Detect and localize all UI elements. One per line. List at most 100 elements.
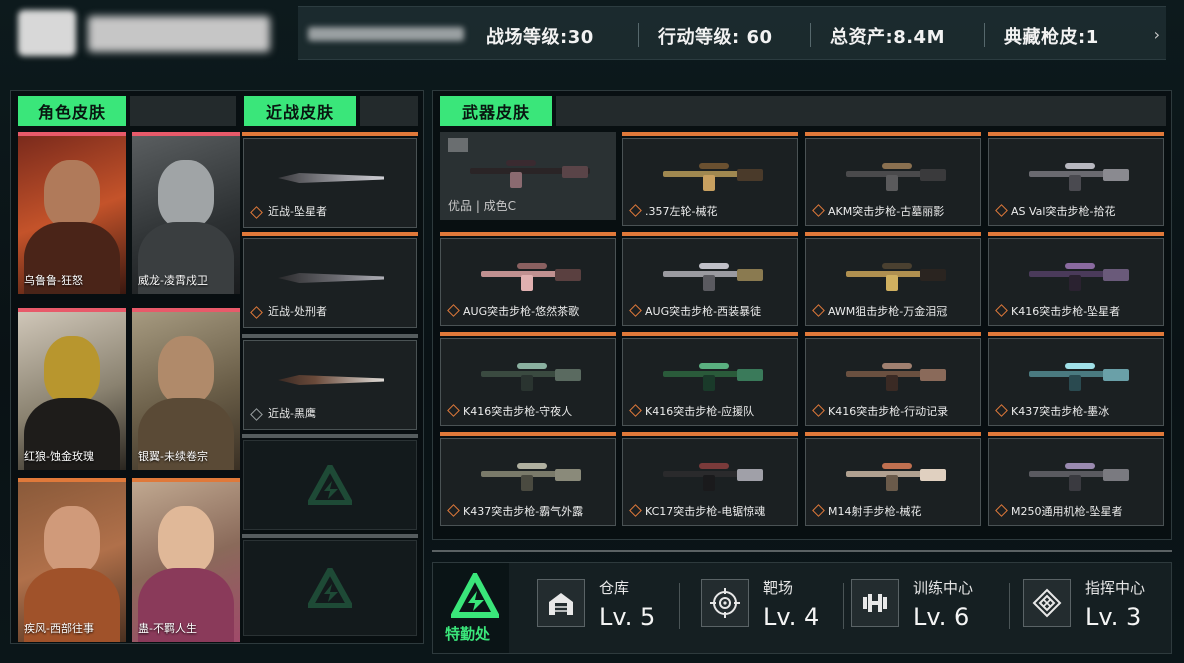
weapon-card-featured[interactable]: 优品 | 成色C — [440, 132, 616, 220]
facility-range[interactable]: 靶场 Lv. 4 — [701, 573, 831, 643]
weapon-label: K416突击步枪-守夜人 — [463, 405, 573, 418]
player-id — [308, 27, 464, 41]
weapon-label: AUG突击步枪-悠然茶歌 — [463, 305, 580, 318]
stats-bar: 战场等级:30 行动等级: 60 总资产:8.4M 典藏枪皮:1 › — [298, 6, 1166, 60]
diamond-icon — [629, 304, 642, 317]
weapon-card[interactable]: AS Val突击步枪-拾花 — [988, 138, 1164, 226]
character-card[interactable]: 蛊-不羁人生 — [132, 478, 240, 642]
weapon-label: .357左轮-械花 — [645, 205, 718, 218]
rarity-bar — [242, 232, 418, 236]
weapon-card[interactable]: M14射手步枪-械花 — [805, 438, 981, 526]
diamond-icon — [447, 404, 460, 417]
character-label: 蛊-不羁人生 — [138, 622, 197, 635]
gun-image — [663, 163, 763, 193]
weapon-card[interactable]: K437突击步枪-霸气外露 — [440, 438, 616, 526]
rarity-bar — [988, 132, 1164, 136]
chevron-right-icon[interactable]: › — [1154, 25, 1160, 44]
melee-label: 近战-坠星者 — [268, 205, 327, 218]
weapon-card[interactable]: KC17突击步枪-电锯惊魂 — [622, 438, 798, 526]
weapon-card[interactable]: K437突击步枪-墨冰 — [988, 338, 1164, 426]
weapon-card[interactable]: K416突击步枪-坠星者 — [988, 238, 1164, 326]
facility-command-center[interactable]: 指挥中心 Lv. 3 — [1023, 573, 1173, 643]
melee-card[interactable]: 近战-处刑者 — [243, 238, 417, 328]
command-icon — [1023, 579, 1071, 627]
player-name — [88, 16, 270, 52]
weapon-card[interactable]: AUG突击步枪-西装暴徒 — [622, 238, 798, 326]
empty-slot[interactable] — [243, 540, 417, 636]
facility-level: Lv. 6 — [913, 603, 970, 631]
header: 战场等级:30 行动等级: 60 总资产:8.4M 典藏枪皮:1 › — [0, 0, 1184, 72]
character-label: 红狼-蚀金玫瑰 — [24, 450, 94, 463]
rarity-bar — [622, 332, 798, 336]
knife-image — [278, 173, 384, 183]
character-card[interactable]: 威龙-凌霄戍卫 — [132, 132, 240, 294]
melee-card[interactable]: 近战-黑鹰 — [243, 340, 417, 430]
weapon-label: K416突击步枪-应援队 — [645, 405, 755, 418]
tab-character-skins[interactable]: 角色皮肤 — [18, 96, 126, 126]
tab-fill — [360, 96, 418, 126]
rarity-bar — [622, 232, 798, 236]
weapon-card[interactable]: K416突击步枪-守夜人 — [440, 338, 616, 426]
melee-card[interactable]: 近战-坠星者 — [243, 138, 417, 228]
facility-level: Lv. 3 — [1085, 603, 1142, 631]
gun-image — [470, 160, 590, 190]
character-face — [44, 506, 100, 574]
gun-image — [846, 363, 946, 393]
facility-list: 仓库 Lv. 5 靶场 Lv. 4 训练中心 Lv. 6 指挥中心 Lv. 3 — [509, 563, 1171, 653]
character-card[interactable]: 银翼-未续卷宗 — [132, 308, 240, 470]
rarity-bar — [988, 332, 1164, 336]
facility-warehouse[interactable]: 仓库 Lv. 5 — [537, 573, 667, 643]
dumbbell-icon — [851, 579, 899, 627]
quality-badge — [448, 138, 468, 152]
diamond-icon — [812, 204, 825, 217]
divider — [843, 583, 844, 629]
gun-image — [481, 463, 581, 493]
rarity-bar — [988, 232, 1164, 236]
warehouse-icon — [537, 579, 585, 627]
gun-image — [1029, 163, 1129, 193]
gun-image — [846, 463, 946, 493]
facility-training-center[interactable]: 训练中心 Lv. 6 — [851, 573, 1001, 643]
weapon-card[interactable]: AKM突击步枪-古墓丽影 — [805, 138, 981, 226]
rarity-bar — [622, 132, 798, 136]
rarity-bar — [988, 432, 1164, 436]
gun-image — [481, 263, 581, 293]
collection-skins: 典藏枪皮:1 — [1004, 27, 1099, 48]
character-card[interactable]: 疾风-西部往事 — [18, 478, 126, 642]
melee-label: 近战-黑鹰 — [268, 407, 316, 420]
weapon-card[interactable]: M250通用机枪-坠星者 — [988, 438, 1164, 526]
battlefield-level: 战场等级:30 — [486, 27, 594, 48]
character-face — [158, 160, 214, 228]
tab-weapon-skins[interactable]: 武器皮肤 — [440, 96, 552, 126]
tab-melee-skins[interactable]: 近战皮肤 — [244, 96, 356, 126]
empty-slot[interactable] — [243, 440, 417, 530]
diamond-icon — [629, 404, 642, 417]
rarity-bar — [622, 432, 798, 436]
quality-tag: 优品 | 成色C — [448, 199, 517, 213]
facility-level: Lv. 5 — [599, 603, 656, 631]
weapon-card[interactable]: K416突击步枪-行动记录 — [805, 338, 981, 426]
diamond-icon — [629, 204, 642, 217]
weapon-card[interactable]: .357左轮-械花 — [622, 138, 798, 226]
diamond-icon — [995, 304, 1008, 317]
rarity-bar — [242, 334, 418, 338]
weapon-label: AWM狙击步枪-万金泪冠 — [828, 305, 948, 318]
rarity-bar — [242, 132, 418, 136]
weapon-card[interactable]: K416突击步枪-应援队 — [622, 338, 798, 426]
weapon-label: M250通用机枪-坠星者 — [1011, 505, 1123, 518]
knife-image — [278, 273, 384, 283]
special-ops-bar: 特勤处 仓库 Lv. 5 靶场 Lv. 4 训练中心 Lv. 6 指挥中心 Lv… — [432, 562, 1172, 654]
triangle-logo-icon — [308, 465, 352, 505]
divider — [638, 23, 639, 47]
diamond-icon — [995, 204, 1008, 217]
special-ops-label[interactable]: 特勤处 — [445, 623, 490, 644]
weapon-label: K437突击步枪-墨冰 — [1011, 405, 1110, 418]
weapon-card[interactable]: AUG突击步枪-悠然茶歌 — [440, 238, 616, 326]
gun-image — [481, 363, 581, 393]
weapon-card[interactable]: AWM狙击步枪-万金泪冠 — [805, 238, 981, 326]
character-card[interactable]: 乌鲁鲁-狂怒 — [18, 132, 126, 294]
diamond-icon — [447, 304, 460, 317]
diamond-icon — [629, 504, 642, 517]
rarity-bar — [805, 232, 981, 236]
character-card[interactable]: 红狼-蚀金玫瑰 — [18, 308, 126, 470]
